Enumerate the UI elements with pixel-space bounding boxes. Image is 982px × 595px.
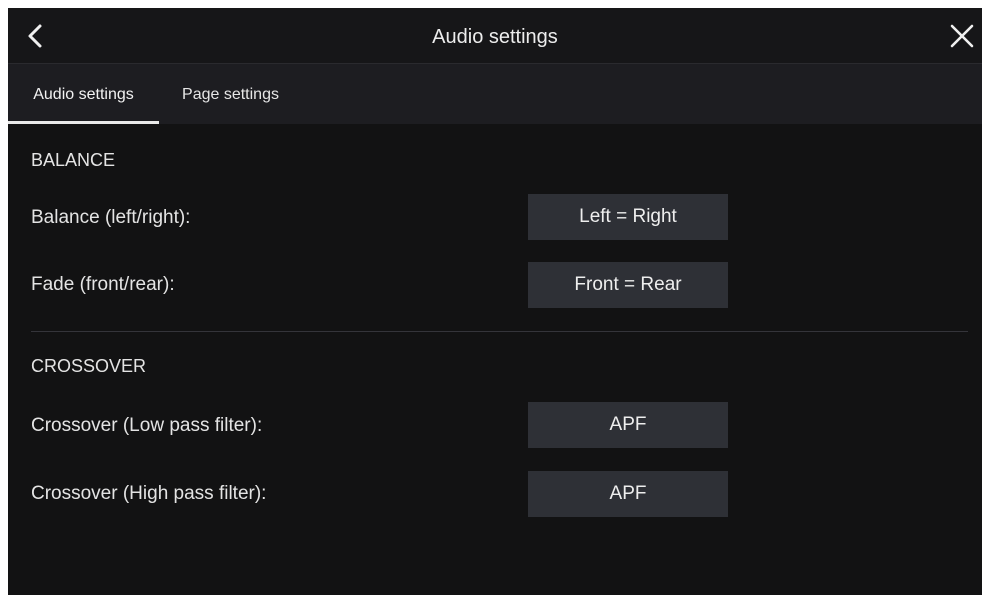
tab-audio-settings[interactable]: Audio settings xyxy=(8,64,159,124)
crossover-high-pass-label: Crossover (High pass filter): xyxy=(31,483,267,504)
crossover-section-heading: CROSSOVER xyxy=(31,356,147,376)
fade-value-button[interactable]: Front = Rear xyxy=(528,262,728,308)
tab-page-settings[interactable]: Page settings xyxy=(168,64,293,124)
crossover-low-pass-button[interactable]: APF xyxy=(528,402,728,448)
balance-section-heading: BALANCE xyxy=(31,150,116,170)
balance-label: Balance (left/right): xyxy=(31,207,191,228)
title-bar: Audio settings xyxy=(8,8,982,64)
tab-bar: Audio settings Page settings xyxy=(8,64,982,124)
close-button[interactable] xyxy=(946,20,978,52)
fade-label: Fade (front/rear): xyxy=(31,274,175,295)
section-divider xyxy=(31,331,968,332)
close-icon xyxy=(950,24,974,48)
crossover-low-pass-label: Crossover (Low pass filter): xyxy=(31,415,263,436)
page-title: Audio settings xyxy=(432,26,558,48)
crossover-high-pass-button[interactable]: APF xyxy=(528,471,728,517)
audio-settings-screen: Audio settings Audio settings Page setti… xyxy=(8,8,982,595)
balance-value-button[interactable]: Left = Right xyxy=(528,194,728,240)
